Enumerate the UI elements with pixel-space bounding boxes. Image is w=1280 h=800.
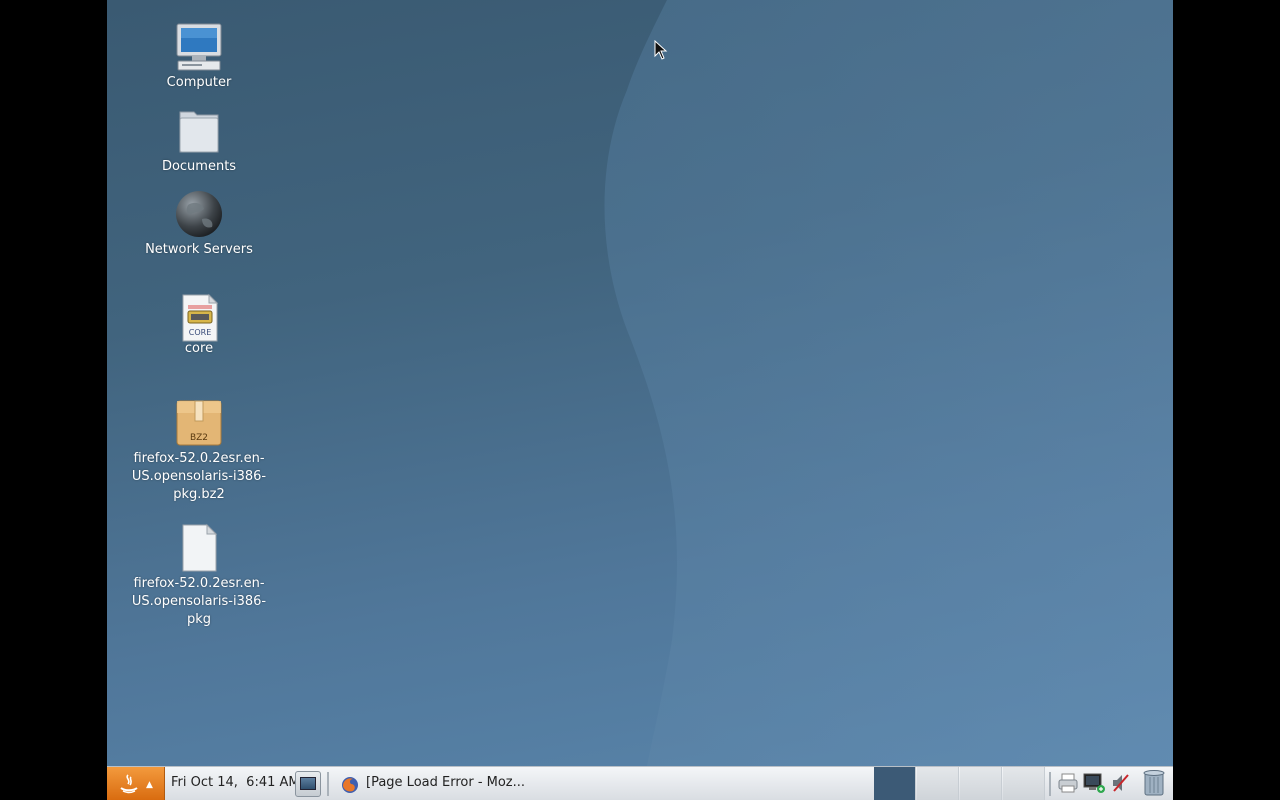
- workspace-2[interactable]: [917, 767, 959, 800]
- mouse-cursor-icon: [654, 40, 668, 60]
- taskbar: ▲ Fri Oct 14, 6:41 AM [Page Load Error -…: [107, 766, 1173, 800]
- network-monitor-icon[interactable]: [1082, 772, 1106, 794]
- desktop-preview-icon: [300, 777, 316, 790]
- desktop-icon-core[interactable]: CORE core: [119, 293, 279, 363]
- desktop-icon-network-servers[interactable]: Network Servers: [119, 189, 279, 259]
- desktop-icon-documents[interactable]: Documents: [119, 106, 279, 176]
- clock[interactable]: Fri Oct 14, 6:41 AM: [171, 775, 300, 790]
- folder-icon: [179, 111, 219, 153]
- desktop-icon-label: core: [184, 341, 214, 356]
- taskbar-window-title: [Page Load Error - Moz...: [366, 775, 526, 790]
- desktop-icon-label-line: firefox-52.0.2esr.en-: [133, 451, 265, 466]
- desktop-icon-firefox-pkg[interactable]: firefox-52.0.2esr.en- US.opensolaris-i38…: [119, 523, 279, 629]
- desktop-icon-label-line: pkg.bz2: [173, 487, 225, 502]
- desktop-icon-label-line: US.opensolaris-i386-: [131, 469, 267, 484]
- printer-icon[interactable]: [1057, 772, 1079, 794]
- workspace-1[interactable]: [874, 767, 916, 800]
- desktop-icon-label: Network Servers: [145, 242, 253, 257]
- taskbar-separator: [1049, 772, 1051, 796]
- desktop[interactable]: Computer Documents Network Servers CORE …: [107, 0, 1173, 766]
- globe-icon: [176, 191, 222, 237]
- firefox-icon: [342, 777, 358, 793]
- workspace-4[interactable]: [1003, 767, 1045, 800]
- document-file-icon: [182, 523, 218, 572]
- desktop-icon-label-line: firefox-52.0.2esr.en-: [133, 576, 265, 591]
- taskbar-window-button[interactable]: [Page Load Error - Moz...: [337, 770, 537, 797]
- workspace-switcher: [874, 767, 1046, 800]
- menu-arrow-icon: ▲: [146, 780, 153, 790]
- archive-badge-text: BZ2: [190, 433, 208, 443]
- desktop-icon-label-line: US.opensolaris-i386-: [131, 594, 267, 609]
- taskbar-separator: [327, 772, 329, 796]
- workspace-3[interactable]: [960, 767, 1002, 800]
- desktop-icon-label-line: pkg: [186, 612, 212, 627]
- bz2-archive-icon: BZ2: [176, 400, 222, 446]
- core-file-icon: CORE: [182, 293, 219, 342]
- desktop-icon-computer[interactable]: Computer: [119, 22, 279, 92]
- java-logo-icon: [120, 774, 138, 794]
- desktop-icon-label: Computer: [166, 75, 232, 90]
- launch-menu-button[interactable]: ▲: [107, 767, 165, 800]
- show-desktop-button[interactable]: [295, 771, 321, 797]
- core-badge-text: CORE: [189, 328, 212, 337]
- desktop-icon-firefox-archive[interactable]: BZ2 firefox-52.0.2esr.en- US.opensolaris…: [119, 398, 279, 504]
- desktop-icon-label: Documents: [161, 159, 237, 174]
- volume-muted-icon[interactable]: [1110, 772, 1132, 794]
- screen: Computer Documents Network Servers CORE …: [0, 0, 1280, 800]
- computer-icon: [176, 23, 222, 71]
- trash-icon[interactable]: [1141, 769, 1167, 797]
